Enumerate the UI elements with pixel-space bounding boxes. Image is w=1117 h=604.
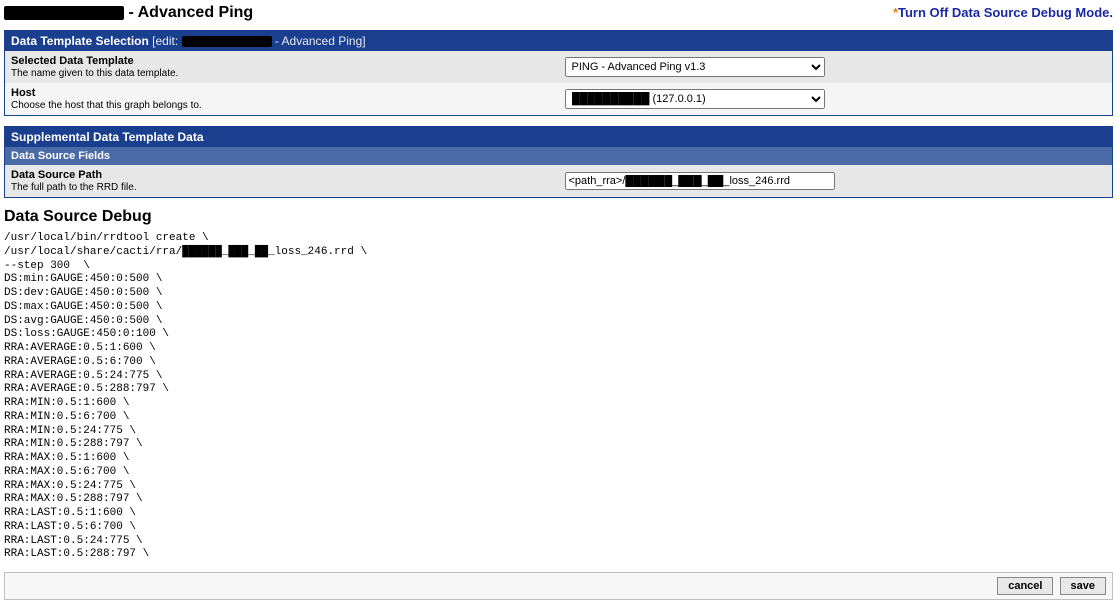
- cancel-button[interactable]: cancel: [997, 577, 1053, 595]
- data-source-path-input[interactable]: [565, 172, 835, 190]
- page-header: - Advanced Ping *Turn Off Data Source De…: [4, 4, 1113, 22]
- button-bar: cancel save: [4, 572, 1113, 600]
- data-source-debug-title: Data Source Debug: [4, 208, 1113, 226]
- data-template-selection-panel: Data Template Selection [edit: - Advance…: [4, 30, 1113, 116]
- data-template-selection-header: Data Template Selection [edit: - Advance…: [5, 31, 1113, 52]
- data-source-path-help: The full path to the RRD file.: [11, 182, 137, 193]
- debug-mode-link[interactable]: Turn Off Data Source Debug Mode.: [898, 5, 1113, 20]
- host-label: Host: [11, 87, 553, 99]
- page-title: - Advanced Ping: [4, 4, 253, 22]
- data-source-fields-text: Data Source Fields: [5, 147, 1113, 165]
- data-source-path-row: Data Source Path The full path to the RR…: [5, 165, 1113, 198]
- selected-template-help: The name given to this data template.: [11, 68, 178, 79]
- redacted-host-name: [4, 6, 124, 20]
- supplemental-heading-text: Supplemental Data Template Data: [5, 127, 1113, 148]
- data-source-path-label: Data Source Path: [11, 169, 553, 181]
- host-select[interactable]: ██████████ (127.0.0.1): [565, 89, 825, 109]
- debug-mode-toggle-wrap: *Turn Off Data Source Debug Mode.: [893, 5, 1113, 20]
- supplemental-panel: Supplemental Data Template Data Data Sou…: [4, 126, 1113, 198]
- data-source-debug-output: /usr/local/bin/rrdtool create \ /usr/loc…: [4, 232, 1113, 562]
- selected-data-template-row: Selected Data Template The name given to…: [5, 51, 1113, 83]
- selected-template-select[interactable]: PING - Advanced Ping v1.3: [565, 57, 825, 77]
- selected-template-label: Selected Data Template: [11, 55, 553, 67]
- page-title-suffix: - Advanced Ping: [124, 4, 253, 21]
- section-heading-text: Data Template Selection: [11, 34, 149, 48]
- section-heading-sub: [edit: - Advanced Ping]: [149, 34, 366, 48]
- supplemental-header: Supplemental Data Template Data: [5, 127, 1113, 148]
- host-help: Choose the host that this graph belongs …: [11, 100, 202, 111]
- redacted-edit-name: [182, 36, 272, 47]
- data-source-fields-header: Data Source Fields: [5, 147, 1113, 165]
- host-row: Host Choose the host that this graph bel…: [5, 83, 1113, 116]
- save-button[interactable]: save: [1060, 577, 1106, 595]
